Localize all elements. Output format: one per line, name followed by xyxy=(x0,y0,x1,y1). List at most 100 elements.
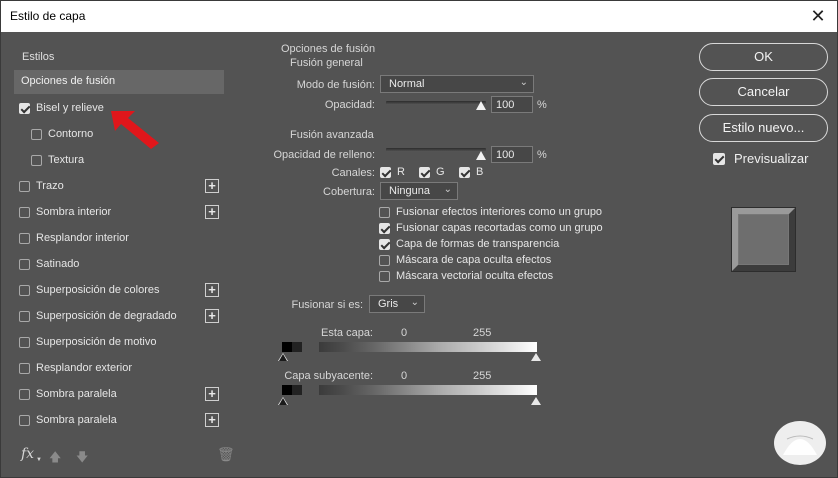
style-item[interactable]: Bisel y relieve xyxy=(19,99,104,117)
opacity-input[interactable]: 100 xyxy=(491,96,533,113)
option-label: Máscara de capa oculta efectos xyxy=(396,254,552,266)
style-item[interactable]: Trazo xyxy=(19,177,64,195)
style-checkbox[interactable] xyxy=(19,180,30,192)
this-layer-label: Esta capa: xyxy=(321,327,373,339)
style-checkbox[interactable] xyxy=(31,154,42,166)
style-checkbox[interactable] xyxy=(31,128,42,140)
underlying-layer-swatch xyxy=(282,385,302,395)
style-checkbox[interactable] xyxy=(19,310,30,322)
style-item[interactable]: Contorno xyxy=(31,125,93,143)
add-effect-icon[interactable]: + xyxy=(205,283,219,297)
style-checkbox[interactable] xyxy=(19,232,30,244)
fill-opacity-slider-thumb[interactable] xyxy=(476,151,486,160)
blending-options-item[interactable]: Opciones de fusión xyxy=(14,70,224,94)
add-effect-icon[interactable]: + xyxy=(205,205,219,219)
style-item-label: Superposición de degradado xyxy=(36,310,177,322)
blend-mode-select[interactable]: Normal ⌄ xyxy=(380,75,534,93)
layer-style-dialog: Estilo de capa ✕ Estilos Opciones de fus… xyxy=(0,0,838,478)
style-item-label: Textura xyxy=(48,154,85,166)
move-up-icon[interactable]: 🡅 xyxy=(49,448,61,469)
opacity-label: Opacidad: xyxy=(324,99,375,111)
channel-r-checkbox[interactable]: R xyxy=(380,166,405,178)
style-checkbox[interactable] xyxy=(19,102,30,114)
style-item[interactable]: Superposición de degradado xyxy=(19,307,177,325)
opacity-slider-thumb[interactable] xyxy=(476,101,486,110)
add-effect-icon[interactable]: + xyxy=(205,387,219,401)
style-item-label: Sombra paralela xyxy=(36,388,117,400)
style-item[interactable]: Textura xyxy=(31,151,84,169)
channel-r-label: R xyxy=(397,166,405,178)
preview-checkbox[interactable] xyxy=(713,152,725,165)
channel-g-checkbox[interactable]: G xyxy=(419,166,445,178)
option-checkbox[interactable] xyxy=(379,222,390,234)
underlying-layer-white-thumb[interactable] xyxy=(531,397,541,405)
add-effect-icon[interactable]: + xyxy=(205,179,219,193)
title-bar: Estilo de capa ✕ xyxy=(1,1,837,32)
option-label: Máscara vectorial oculta efectos xyxy=(396,270,554,282)
style-checkbox[interactable] xyxy=(19,206,30,218)
style-item[interactable]: Resplandor exterior xyxy=(19,359,132,377)
style-checkbox[interactable] xyxy=(19,362,30,374)
general-title: Fusión general xyxy=(290,57,363,69)
style-checkbox[interactable] xyxy=(19,414,30,426)
knockout-select[interactable]: Ninguna ⌄ xyxy=(380,182,458,200)
style-item[interactable]: Superposición de motivo xyxy=(19,333,156,351)
mode-label: Modo de fusión: xyxy=(296,79,375,91)
opacity-unit: % xyxy=(537,99,547,111)
trash-icon[interactable]: 🗑 xyxy=(217,446,235,463)
style-checkbox[interactable] xyxy=(19,388,30,400)
fill-opacity-label: Opacidad de relleno: xyxy=(273,149,375,161)
blend-mode-value: Normal xyxy=(389,78,425,90)
style-item[interactable]: Sombra interior xyxy=(19,203,111,221)
option-checkbox[interactable] xyxy=(379,238,390,250)
styles-heading[interactable]: Estilos xyxy=(22,51,54,63)
style-item[interactable]: Sombra paralela xyxy=(19,385,117,403)
add-effect-icon[interactable]: + xyxy=(205,413,219,427)
blend-if-select[interactable]: Gris ⌄ xyxy=(369,295,425,313)
move-down-icon[interactable]: 🡇 xyxy=(76,448,88,469)
advanced-option[interactable]: Máscara vectorial oculta efectos xyxy=(379,270,553,282)
fx-icon[interactable]: fx xyxy=(21,446,34,462)
style-item[interactable]: Superposición de colores xyxy=(19,281,160,299)
checkbox[interactable] xyxy=(459,166,470,178)
style-item[interactable]: Resplandor interior xyxy=(19,229,129,247)
style-checkbox[interactable] xyxy=(19,336,30,348)
this-layer-black-thumb[interactable] xyxy=(278,353,288,363)
option-label: Fusionar capas recortadas como un grupo xyxy=(396,222,603,234)
opacity-slider[interactable] xyxy=(386,101,486,105)
preview-checkbox-row[interactable]: Previsualizar xyxy=(713,151,808,166)
fill-opacity-slider[interactable] xyxy=(386,148,486,152)
chevron-down-icon: ⌄ xyxy=(443,184,452,195)
underlying-layer-black-thumb[interactable] xyxy=(278,397,288,407)
channel-b-checkbox[interactable]: B xyxy=(459,166,483,178)
this-layer-white-thumb[interactable] xyxy=(531,353,541,361)
advanced-option[interactable]: Fusionar capas recortadas como un grupo xyxy=(379,222,603,234)
style-item-label: Trazo xyxy=(36,180,64,192)
style-item-label: Superposición de motivo xyxy=(36,336,157,348)
style-checkbox[interactable] xyxy=(19,258,30,270)
close-icon[interactable]: ✕ xyxy=(807,5,829,27)
fill-opacity-input[interactable]: 100 xyxy=(491,146,533,163)
style-item[interactable]: Sombra paralela xyxy=(19,411,117,429)
advanced-option[interactable]: Fusionar efectos interiores como un grup… xyxy=(379,206,602,218)
checkbox[interactable] xyxy=(380,166,391,178)
checkbox[interactable] xyxy=(419,166,430,178)
advanced-option[interactable]: Máscara de capa oculta efectos xyxy=(379,254,551,266)
style-item-label: Superposición de colores xyxy=(36,284,160,296)
ok-button[interactable]: OK xyxy=(699,43,828,71)
underlying-layer-max: 255 xyxy=(473,370,492,382)
blend-if-label: Fusionar si es: xyxy=(291,299,363,311)
cancel-button[interactable]: Cancelar xyxy=(699,78,828,106)
option-checkbox[interactable] xyxy=(379,270,390,282)
advanced-option[interactable]: Capa de formas de transparencia xyxy=(379,238,559,250)
channel-b-label: B xyxy=(476,166,484,178)
style-item[interactable]: Satinado xyxy=(19,255,79,273)
style-item-label: Satinado xyxy=(36,258,80,270)
add-effect-icon[interactable]: + xyxy=(205,309,219,323)
style-item-label: Sombra paralela xyxy=(36,414,117,426)
channel-g-label: G xyxy=(436,166,445,178)
option-checkbox[interactable] xyxy=(379,206,390,218)
option-checkbox[interactable] xyxy=(379,254,390,266)
style-checkbox[interactable] xyxy=(19,284,30,296)
new-style-button[interactable]: Estilo nuevo... xyxy=(699,114,828,142)
